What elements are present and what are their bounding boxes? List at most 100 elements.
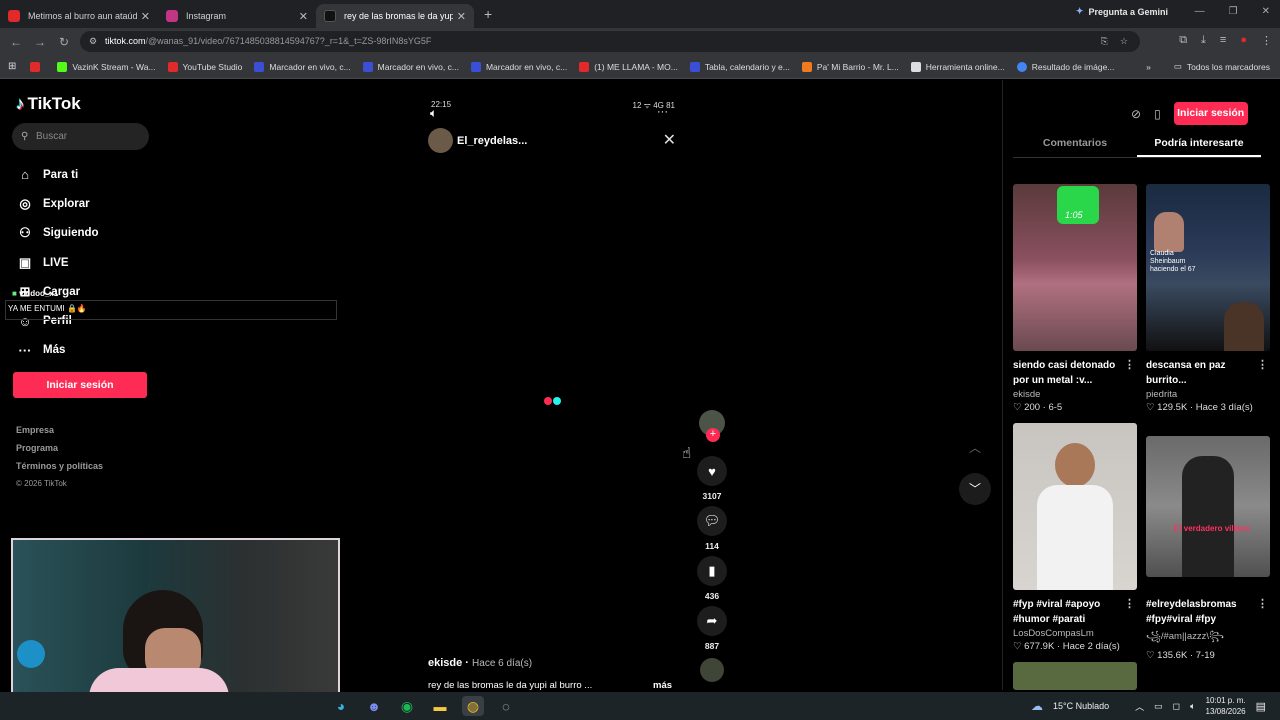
bookmark-item[interactable]: Marcador en vivo, c...	[254, 61, 351, 72]
more-icon[interactable]: ⋮	[1124, 597, 1135, 612]
sidebar-item-explorar[interactable]: ◎ Explorar	[16, 189, 99, 218]
back-icon[interactable]: ←	[4, 35, 28, 49]
sidebar-nav: ⌂ Para ti ◎ Explorar ⚇ Siguiendo ▣ LIVE ⊞ Car…	[16, 160, 99, 365]
card-author[interactable]: ꧁/#am||azzz\꧂	[1146, 628, 1270, 648]
device-icon[interactable]: ▯	[1154, 107, 1161, 121]
extensions-icon[interactable]: ⧉	[1179, 34, 1187, 47]
all-bookmarks-button[interactable]: » ▭ Todos los marcadores	[1146, 61, 1270, 72]
video-player[interactable]: 22:15 12 ᯤ 4G 81 🔈︎ ··· El_reydelas... ✕…	[422, 100, 727, 701]
bookmark-item[interactable]: VazinK Stream - Wa...	[57, 61, 156, 72]
bookmark-item[interactable]: Herramienta online...	[910, 61, 1005, 72]
chrome-icon[interactable]: ◍	[462, 696, 484, 716]
weather-text[interactable]: 15°C Nublado	[1053, 701, 1109, 711]
bookmark-star-icon[interactable]: ☆	[1120, 31, 1128, 52]
profile-icon[interactable]: ●	[1240, 34, 1247, 47]
notification-icon[interactable]: ▤	[1256, 700, 1266, 713]
video-thumbnail[interactable]	[1013, 662, 1137, 690]
window-close-icon[interactable]: ✕	[1262, 6, 1270, 17]
sidebar-item-mas[interactable]: ··· Más	[16, 336, 99, 365]
video-card[interactable]: #fyp #viral #apoyo #humor #parati ⋮ LosDo…	[1013, 423, 1137, 652]
tab-podria-interesarte[interactable]: Podría interesarte	[1137, 132, 1261, 157]
video-card[interactable]: Claudia Sheinbaum haciendo el 67 descans…	[1146, 184, 1270, 413]
maximize-icon[interactable]: ❐	[1229, 6, 1238, 17]
previous-video-button[interactable]: ︿	[959, 432, 991, 464]
download-icon[interactable]: ⤓	[1201, 34, 1206, 47]
tab-comentarios[interactable]: Comentarios	[1013, 132, 1137, 157]
volume-icon[interactable]: 🔈︎	[430, 106, 437, 121]
card-author[interactable]: ekisde	[1013, 389, 1137, 400]
bookmark-item[interactable]: Marcador en vivo, c...	[362, 61, 459, 72]
next-video-button[interactable]: ﹀	[959, 473, 991, 505]
footer-link-empresa[interactable]: Empresa	[16, 425, 103, 443]
like-button[interactable]: ♥	[697, 456, 727, 486]
translate-icon[interactable]: ⎘	[1101, 31, 1108, 52]
video-thumbnail[interactable]: El verdadero villano	[1146, 436, 1270, 577]
more-button[interactable]: más	[653, 680, 672, 691]
spotify-icon[interactable]: ◉	[396, 696, 418, 716]
browser-tab-tiktok[interactable]: rey de las bromas le da yupi al ✕	[316, 4, 474, 28]
bookmark-item[interactable]: Marcador en vivo, c...	[470, 61, 567, 72]
bookmark-item[interactable]: Pa' Mi Barrio - Mr. L...	[801, 61, 899, 72]
close-icon[interactable]: ✕	[141, 10, 150, 23]
folder-icon[interactable]: ▬	[429, 696, 451, 716]
sidebar-item-para-ti[interactable]: ⌂ Para ti	[16, 160, 99, 189]
network-icon[interactable]: ▭	[1154, 701, 1163, 712]
more-options-icon[interactable]: ···	[657, 106, 668, 118]
video-card[interactable]: 1:05 siendo casi detonado por un metal :…	[1013, 184, 1137, 413]
display-icon[interactable]: ◻	[1173, 701, 1180, 712]
login-button[interactable]: Iniciar sesión	[13, 372, 147, 398]
video-thumbnail[interactable]: Claudia Sheinbaum haciendo el 67	[1146, 184, 1270, 351]
more-icon[interactable]: ⋮	[1124, 358, 1135, 373]
bookmark-item[interactable]: Tabla, calendario y e...	[689, 61, 790, 72]
sidebar-item-live[interactable]: ▣ LIVE	[16, 248, 99, 277]
tiktok-logo[interactable]: ♪ TikTok	[16, 94, 81, 114]
minimize-icon[interactable]: —	[1195, 6, 1205, 17]
video-thumbnail[interactable]	[1013, 423, 1137, 590]
apps-grid-icon[interactable]: ⊞	[8, 61, 16, 72]
volume-icon[interactable]: 🔈︎	[1190, 701, 1195, 712]
scoreboard-icon	[689, 61, 700, 72]
gemini-button[interactable]: ✦ Pregunta a Gemini	[1076, 6, 1168, 17]
video-user[interactable]: El_reydelas...	[428, 128, 527, 153]
media-icon[interactable]: ≡	[1220, 34, 1226, 47]
close-icon[interactable]: ✕	[299, 10, 308, 23]
music-disc-icon[interactable]	[700, 658, 724, 682]
new-tab-button[interactable]: +	[484, 6, 492, 22]
bookmark-item[interactable]	[30, 61, 45, 72]
panel-login-button[interactable]: Iniciar sesión	[1173, 102, 1248, 125]
search-input[interactable]: ⚲ Buscar	[12, 123, 149, 150]
follow-plus-icon[interactable]: +	[706, 428, 720, 442]
creator-avatar[interactable]: +	[699, 410, 725, 442]
sidebar-item-siguiendo[interactable]: ⚇ Siguiendo	[16, 219, 98, 248]
card-author[interactable]: LosDosCompasLm	[1013, 628, 1137, 639]
forward-icon[interactable]: →	[28, 35, 52, 49]
video-thumbnail[interactable]: 1:05	[1013, 184, 1137, 351]
site-info-icon[interactable]: ⚙	[89, 31, 97, 52]
address-bar[interactable]: ⚙ tiktok.com/@wanas_91/video/76714850388…	[80, 31, 1140, 52]
close-icon[interactable]: ✕	[663, 130, 676, 150]
footer-link-terminos[interactable]: Términos y políticas	[16, 461, 103, 479]
menu-icon[interactable]: ⋮	[1261, 34, 1272, 47]
video-card[interactable]: El verdadero villano #elreydelasbromas #…	[1146, 436, 1270, 661]
browser-tab-instagram[interactable]: Instagram ✕	[158, 4, 316, 28]
compass-icon[interactable]: ⊘	[1131, 107, 1141, 121]
more-icon[interactable]: ⋮	[1257, 597, 1268, 612]
obs-icon[interactable]: ◌	[495, 696, 517, 716]
footer-link-programa[interactable]: Programa	[16, 443, 103, 461]
more-icon[interactable]: ⋮	[1257, 358, 1268, 373]
clock[interactable]: 10:01 p. m. 13/08/2026	[1206, 695, 1246, 717]
video-author[interactable]: ekisde · Hace 6 día(s)	[428, 657, 532, 669]
reload-icon[interactable]: ↻	[52, 35, 76, 49]
bookmark-item[interactable]: (1) ME LLAMA - MO...	[579, 61, 678, 72]
comment-button[interactable]: 💬︎	[697, 506, 727, 536]
edge-icon[interactable]: ◕	[330, 696, 352, 716]
bookmark-item[interactable]: YouTube Studio	[167, 61, 242, 72]
discord-icon[interactable]: ☻	[363, 696, 385, 716]
bookmark-item[interactable]: Resultado de imáge...	[1016, 61, 1114, 72]
share-button[interactable]: ➦	[697, 606, 727, 636]
card-author[interactable]: piedrita	[1146, 389, 1270, 400]
close-icon[interactable]: ✕	[457, 10, 466, 23]
chevron-up-icon[interactable]: ︿	[1135, 700, 1144, 713]
save-button[interactable]: ▮	[697, 556, 727, 586]
browser-tab-youtube[interactable]: Metimos al burro aun ataúd (B ✕	[0, 4, 158, 28]
